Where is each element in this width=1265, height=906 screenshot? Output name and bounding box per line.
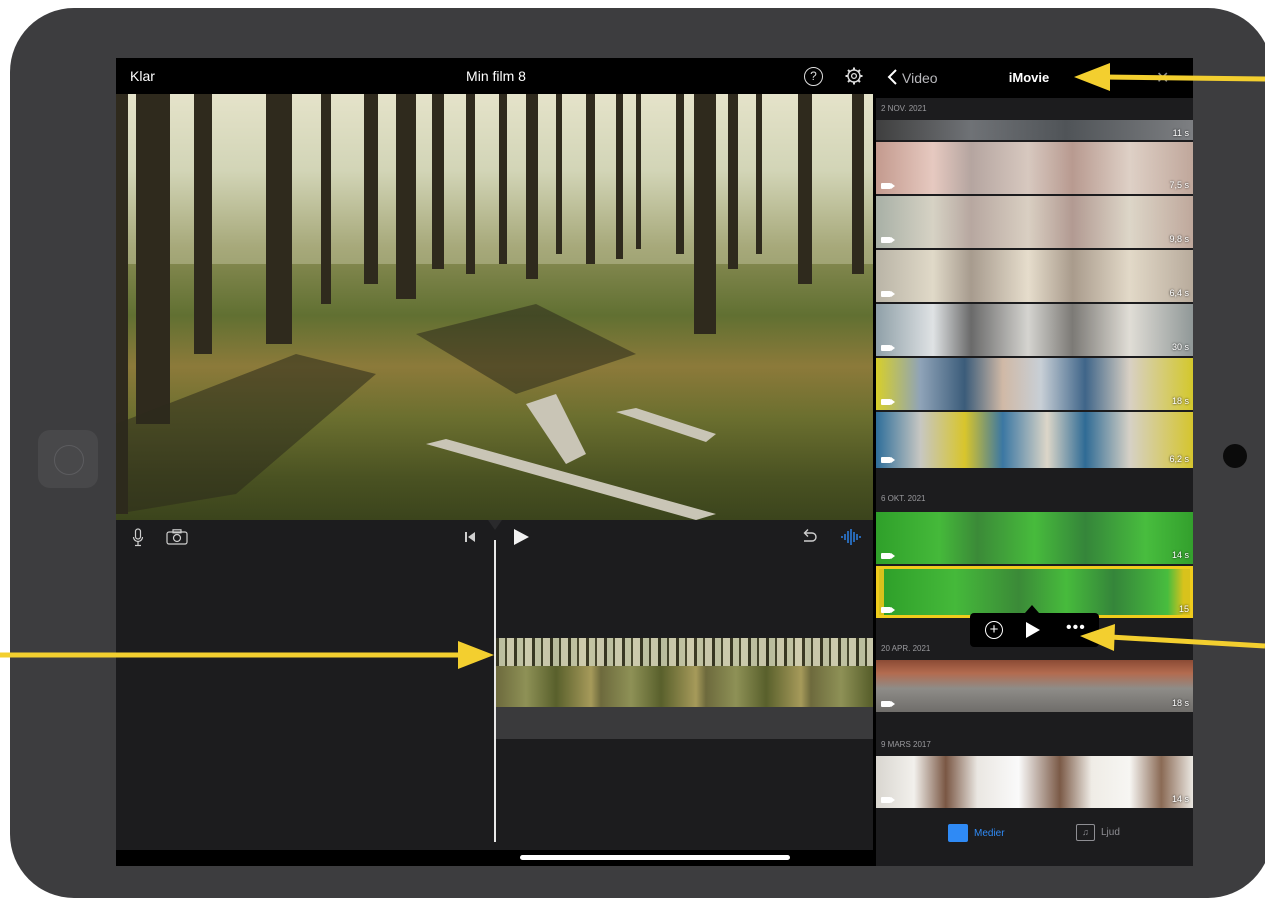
media-browser: Video iMovie ✕ 2 NOV. 2021 11 s 7,5 s 9,…	[876, 58, 1193, 866]
clip-duration: 18 s	[1171, 396, 1189, 406]
waveform-icon[interactable]	[840, 528, 862, 546]
mic-icon[interactable]	[132, 528, 144, 548]
timeline[interactable]	[116, 520, 873, 850]
clip-duration: 6,4 s	[1169, 288, 1189, 298]
project-title: Min film 8	[466, 68, 526, 84]
screen: Klar Min film 8 ? Video iMovie 2 NOV. 20…	[116, 58, 1193, 866]
play-icon[interactable]	[512, 528, 530, 546]
video-icon	[881, 399, 895, 405]
clip-audio-track	[496, 707, 873, 739]
video-row[interactable]: 9,8 s	[876, 196, 1193, 248]
video-icon	[881, 607, 895, 613]
annotation-arrow-popup	[1080, 624, 1265, 651]
video-icon	[881, 553, 895, 559]
clip-duration: 15	[1178, 604, 1189, 614]
home-button[interactable]	[38, 430, 98, 488]
front-camera	[1223, 444, 1247, 468]
play-icon[interactable]	[1026, 622, 1040, 638]
browser-title: iMovie	[1008, 70, 1050, 85]
gear-icon[interactable]	[844, 66, 864, 86]
video-row[interactable]: 6,2 s	[876, 412, 1193, 468]
clip-duration: 18 s	[1171, 698, 1189, 708]
video-row[interactable]: 11 s	[876, 120, 1193, 140]
clip-duration: 14 s	[1171, 794, 1189, 804]
back-button[interactable]: Video	[902, 70, 938, 86]
video-icon	[881, 291, 895, 297]
video-row[interactable]: 14 s	[876, 512, 1193, 564]
annotation-arrow-timeline	[0, 641, 494, 669]
video-icon	[881, 457, 895, 463]
video-icon	[881, 701, 895, 707]
clip-duration: 6,2 s	[1169, 454, 1189, 464]
video-row[interactable]: 30 s	[876, 304, 1193, 356]
clip-duration: 11 s	[1172, 128, 1189, 138]
annotation-arrow-imovie	[1074, 63, 1265, 91]
tab-media-label: Medier	[974, 827, 1005, 839]
clip-duration: 7,5 s	[1169, 180, 1189, 190]
home-indicator[interactable]	[520, 855, 790, 860]
browser-tab-bar: Medier ♫ Ljud	[876, 810, 1193, 866]
video-row[interactable]: 14 s	[876, 756, 1193, 808]
clip-duration: 9,8 s	[1169, 234, 1189, 244]
music-note-icon: ♫	[1076, 824, 1095, 841]
video-icon	[881, 797, 895, 803]
tab-media[interactable]: Medier	[948, 824, 1005, 842]
help-icon[interactable]: ?	[804, 67, 823, 86]
camera-icon[interactable]	[166, 529, 188, 545]
video-preview[interactable]	[116, 94, 873, 520]
tab-audio-label: Ljud	[1101, 827, 1120, 838]
video-row[interactable]: 7,5 s	[876, 142, 1193, 194]
section-date: 20 APR. 2021	[881, 644, 931, 653]
editor-top-bar: Klar Min film 8 ?	[116, 58, 873, 94]
chevron-left-icon[interactable]	[886, 68, 898, 86]
timeline-clip[interactable]	[496, 638, 873, 707]
playhead-marker	[488, 520, 502, 530]
section-date: 2 NOV. 2021	[881, 104, 927, 113]
video-icon	[881, 183, 895, 189]
add-icon[interactable]: +	[985, 621, 1003, 639]
clip-duration: 14 s	[1171, 550, 1189, 560]
undo-icon[interactable]	[800, 528, 818, 546]
film-strip-icon	[948, 824, 968, 842]
clip-duration: 30 s	[1171, 342, 1189, 352]
tab-audio[interactable]: ♫ Ljud	[1076, 824, 1120, 841]
section-date: 9 MARS 2017	[881, 740, 931, 749]
forest-image	[116, 94, 873, 520]
video-icon	[881, 345, 895, 351]
video-row[interactable]: 6,4 s	[876, 250, 1193, 302]
skip-back-icon[interactable]	[464, 531, 476, 543]
video-row[interactable]: 18 s	[876, 660, 1193, 712]
done-button[interactable]: Klar	[130, 68, 155, 84]
video-row[interactable]: 18 s	[876, 358, 1193, 410]
section-date: 6 OKT. 2021	[881, 494, 926, 503]
video-icon	[881, 237, 895, 243]
